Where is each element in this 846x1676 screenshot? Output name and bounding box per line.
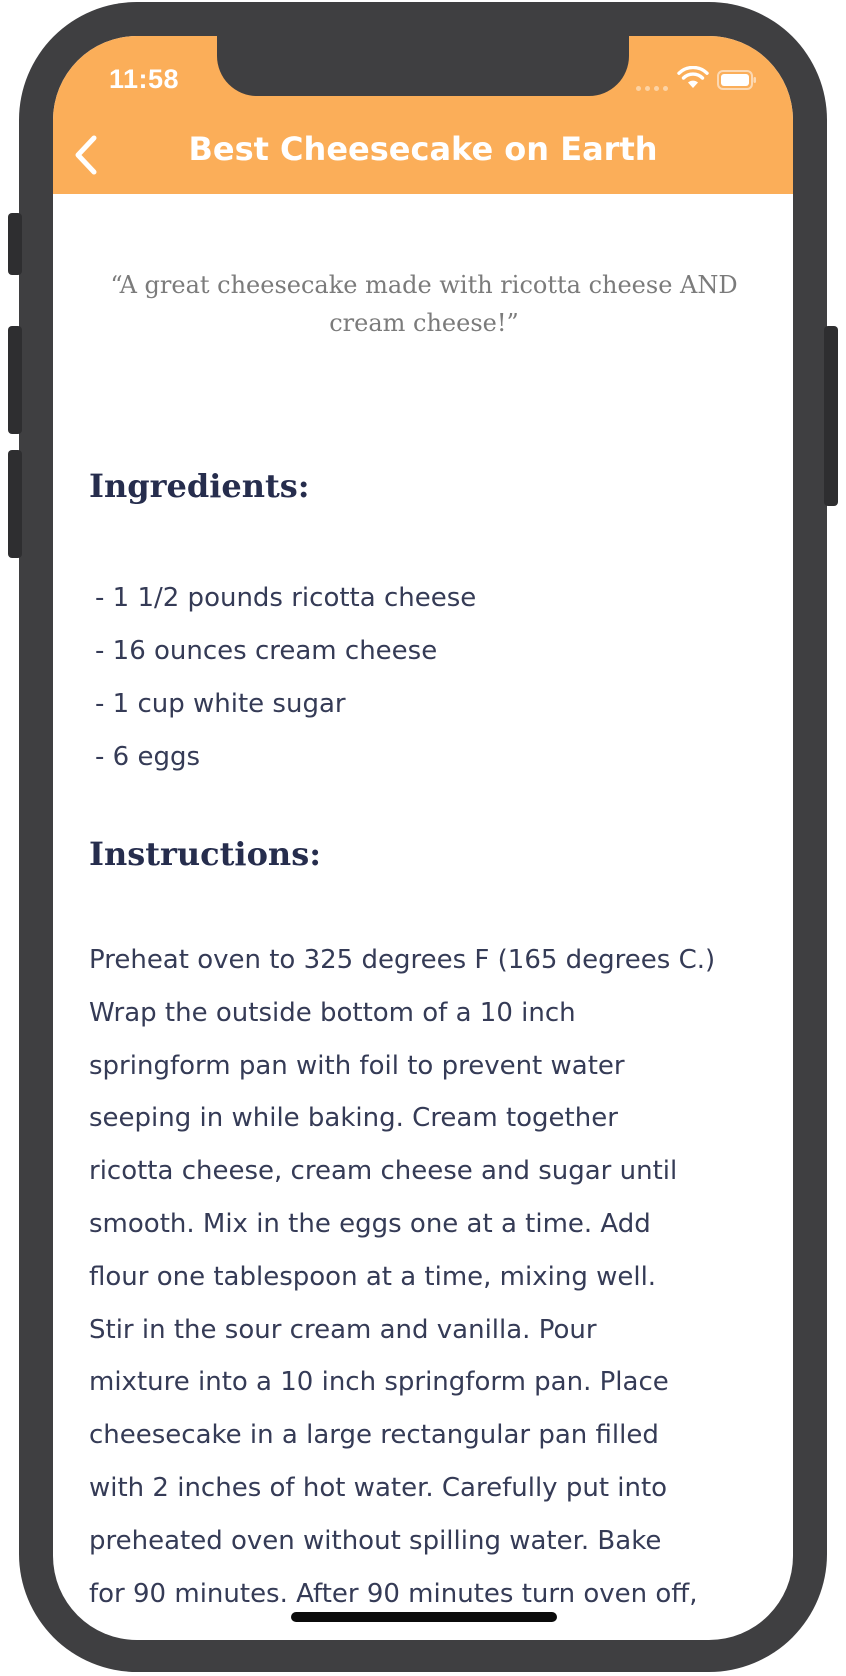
home-indicator[interactable] [291,1612,557,1622]
chevron-left-icon[interactable] [69,134,105,176]
ingredient-item: - 1 1/2 pounds ricotta cheese [95,583,477,613]
instructions-line: Stir in the sour cream and vanilla. Pour [89,1314,597,1345]
instructions-line: springform pan with foil to prevent wate… [89,1050,625,1081]
nav-header: 11:58 Best Cheesecake on Earth [53,36,793,194]
recipe-content: “A great cheesecake made with ricotta ch… [53,194,793,1640]
instructions-line: ricotta cheese, cream cheese and sugar u… [89,1156,678,1187]
instructions-line: flour one tablespoon at a time, mixing w… [89,1261,657,1292]
instructions-line: Wrap the outside bottom of a 10 inch [89,997,576,1028]
cellular-signal-icon [636,84,670,92]
ingredient-item: - 16 ounces cream cheese [95,636,438,666]
instructions-text: Preheat oven to 325 degrees F (165 degre… [89,934,761,1620]
instructions-line: cheesecake in a large rectangular pan fi… [89,1420,659,1451]
ingredient-item: - 6 eggs [95,742,201,772]
instructions-line: preheated oven without spilling water. B… [89,1525,662,1556]
ingredient-item: - 1 cup white sugar [95,689,346,719]
battery-icon [717,70,756,90]
camera-notch [217,36,629,96]
instructions-line: Preheat oven to 325 degrees F (165 degre… [89,945,716,975]
ingredients-list: - 1 1/2 pounds ricotta cheese - 16 ounce… [95,572,755,784]
volume-down-button [8,450,22,558]
volume-up-button [8,326,22,434]
status-time: 11:58 [109,64,180,94]
instructions-line: smooth. Mix in the eggs one at a time. A… [89,1208,651,1239]
page-title: Best Cheesecake on Earth [188,130,658,168]
instructions-line: with 2 inches of hot water. Carefully pu… [89,1472,668,1503]
screen: 11:58 Best Cheesecake on Earth “A great … [53,36,793,1640]
wifi-icon [677,66,709,88]
recipe-quote: “A great cheesecake made with ricotta ch… [110,271,738,337]
silent-switch [8,213,22,275]
instructions-line: seeping in while baking. Cream together [89,1103,618,1134]
power-button [824,326,838,506]
ingredients-heading: Ingredients: [89,467,310,505]
instructions-heading: Instructions: [89,835,322,873]
instructions-line: mixture into a 10 inch springform pan. P… [89,1367,669,1398]
